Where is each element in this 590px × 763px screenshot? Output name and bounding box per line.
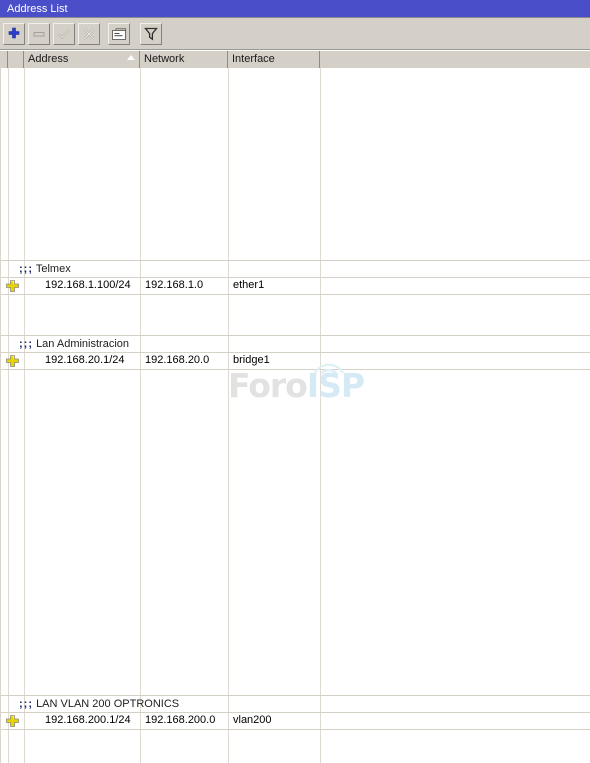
grid-vline-gutter [8,68,9,763]
grid-vline-interface [320,68,321,763]
address-table-body[interactable]: ;;; Telmex 192.168.1.100/24 192.168.1.0 … [0,68,590,763]
comment-button[interactable] [108,23,130,45]
column-header-address-label: Address [28,53,69,65]
column-header-gutter [0,51,8,68]
address-enabled-icon [6,280,19,292]
grid-hline [1,369,590,370]
cell-network: 192.168.20.0 [145,354,210,366]
cell-network: 192.168.1.0 [145,279,204,291]
cell-interface: bridge1 [233,354,270,366]
toolbar [0,18,590,50]
cell-network: 192.168.200.0 [145,714,216,726]
window-titlebar: Address List [0,0,590,18]
column-header-address[interactable]: Address [24,51,140,68]
add-button[interactable] [3,23,25,45]
grid-hline [1,729,590,730]
table-row[interactable]: 192.168.200.1/24 192.168.200.0 vlan200 [1,713,590,729]
comment-prefix: ;;; [19,338,33,350]
disable-button[interactable] [78,23,100,45]
grid-vline-address [140,68,141,763]
table-row[interactable]: 192.168.20.1/24 192.168.20.0 bridge1 [1,353,590,369]
grid-vline-network [228,68,229,763]
cell-address: 192.168.200.1/24 [45,714,131,726]
comment-row[interactable]: ;;; Telmex [1,261,590,277]
comment-row[interactable]: ;;; LAN VLAN 200 OPTRONICS [1,696,590,712]
column-header-flag[interactable] [8,51,24,68]
column-header-interface[interactable]: Interface [228,51,320,68]
enable-button[interactable] [53,23,75,45]
address-list-window: Address List Address Network Interface ;… [0,0,590,763]
comment-text: LAN VLAN 200 OPTRONICS [36,698,180,710]
check-icon [57,27,71,41]
grid-vline-flag [24,68,25,763]
address-enabled-icon [6,715,19,727]
table-header-row: Address Network Interface [0,51,590,68]
comment-text: Lan Administracion [36,338,130,350]
comment-prefix: ;;; [19,698,33,710]
window-title: Address List [7,3,68,15]
cell-address: 192.168.1.100/24 [45,279,131,291]
comment-icon [111,27,127,41]
minus-icon [32,27,46,41]
remove-button[interactable] [28,23,50,45]
comment-row[interactable]: ;;; Lan Administracion [1,336,590,352]
cell-interface: ether1 [233,279,265,291]
cell-interface: vlan200 [233,714,272,726]
filter-button[interactable] [140,23,162,45]
column-header-blank[interactable] [320,51,590,68]
column-header-network[interactable]: Network [140,51,228,68]
grid-hline [1,294,590,295]
comment-text: Telmex [35,263,71,275]
cell-address: 192.168.20.1/24 [45,354,125,366]
comment-prefix: ;;; [19,263,33,275]
funnel-icon [144,27,158,41]
sort-ascending-icon [127,55,135,60]
table-row[interactable]: 192.168.1.100/24 192.168.1.0 ether1 [1,278,590,294]
plus-icon [7,27,21,41]
address-enabled-icon [6,355,19,367]
cross-icon [82,27,96,41]
